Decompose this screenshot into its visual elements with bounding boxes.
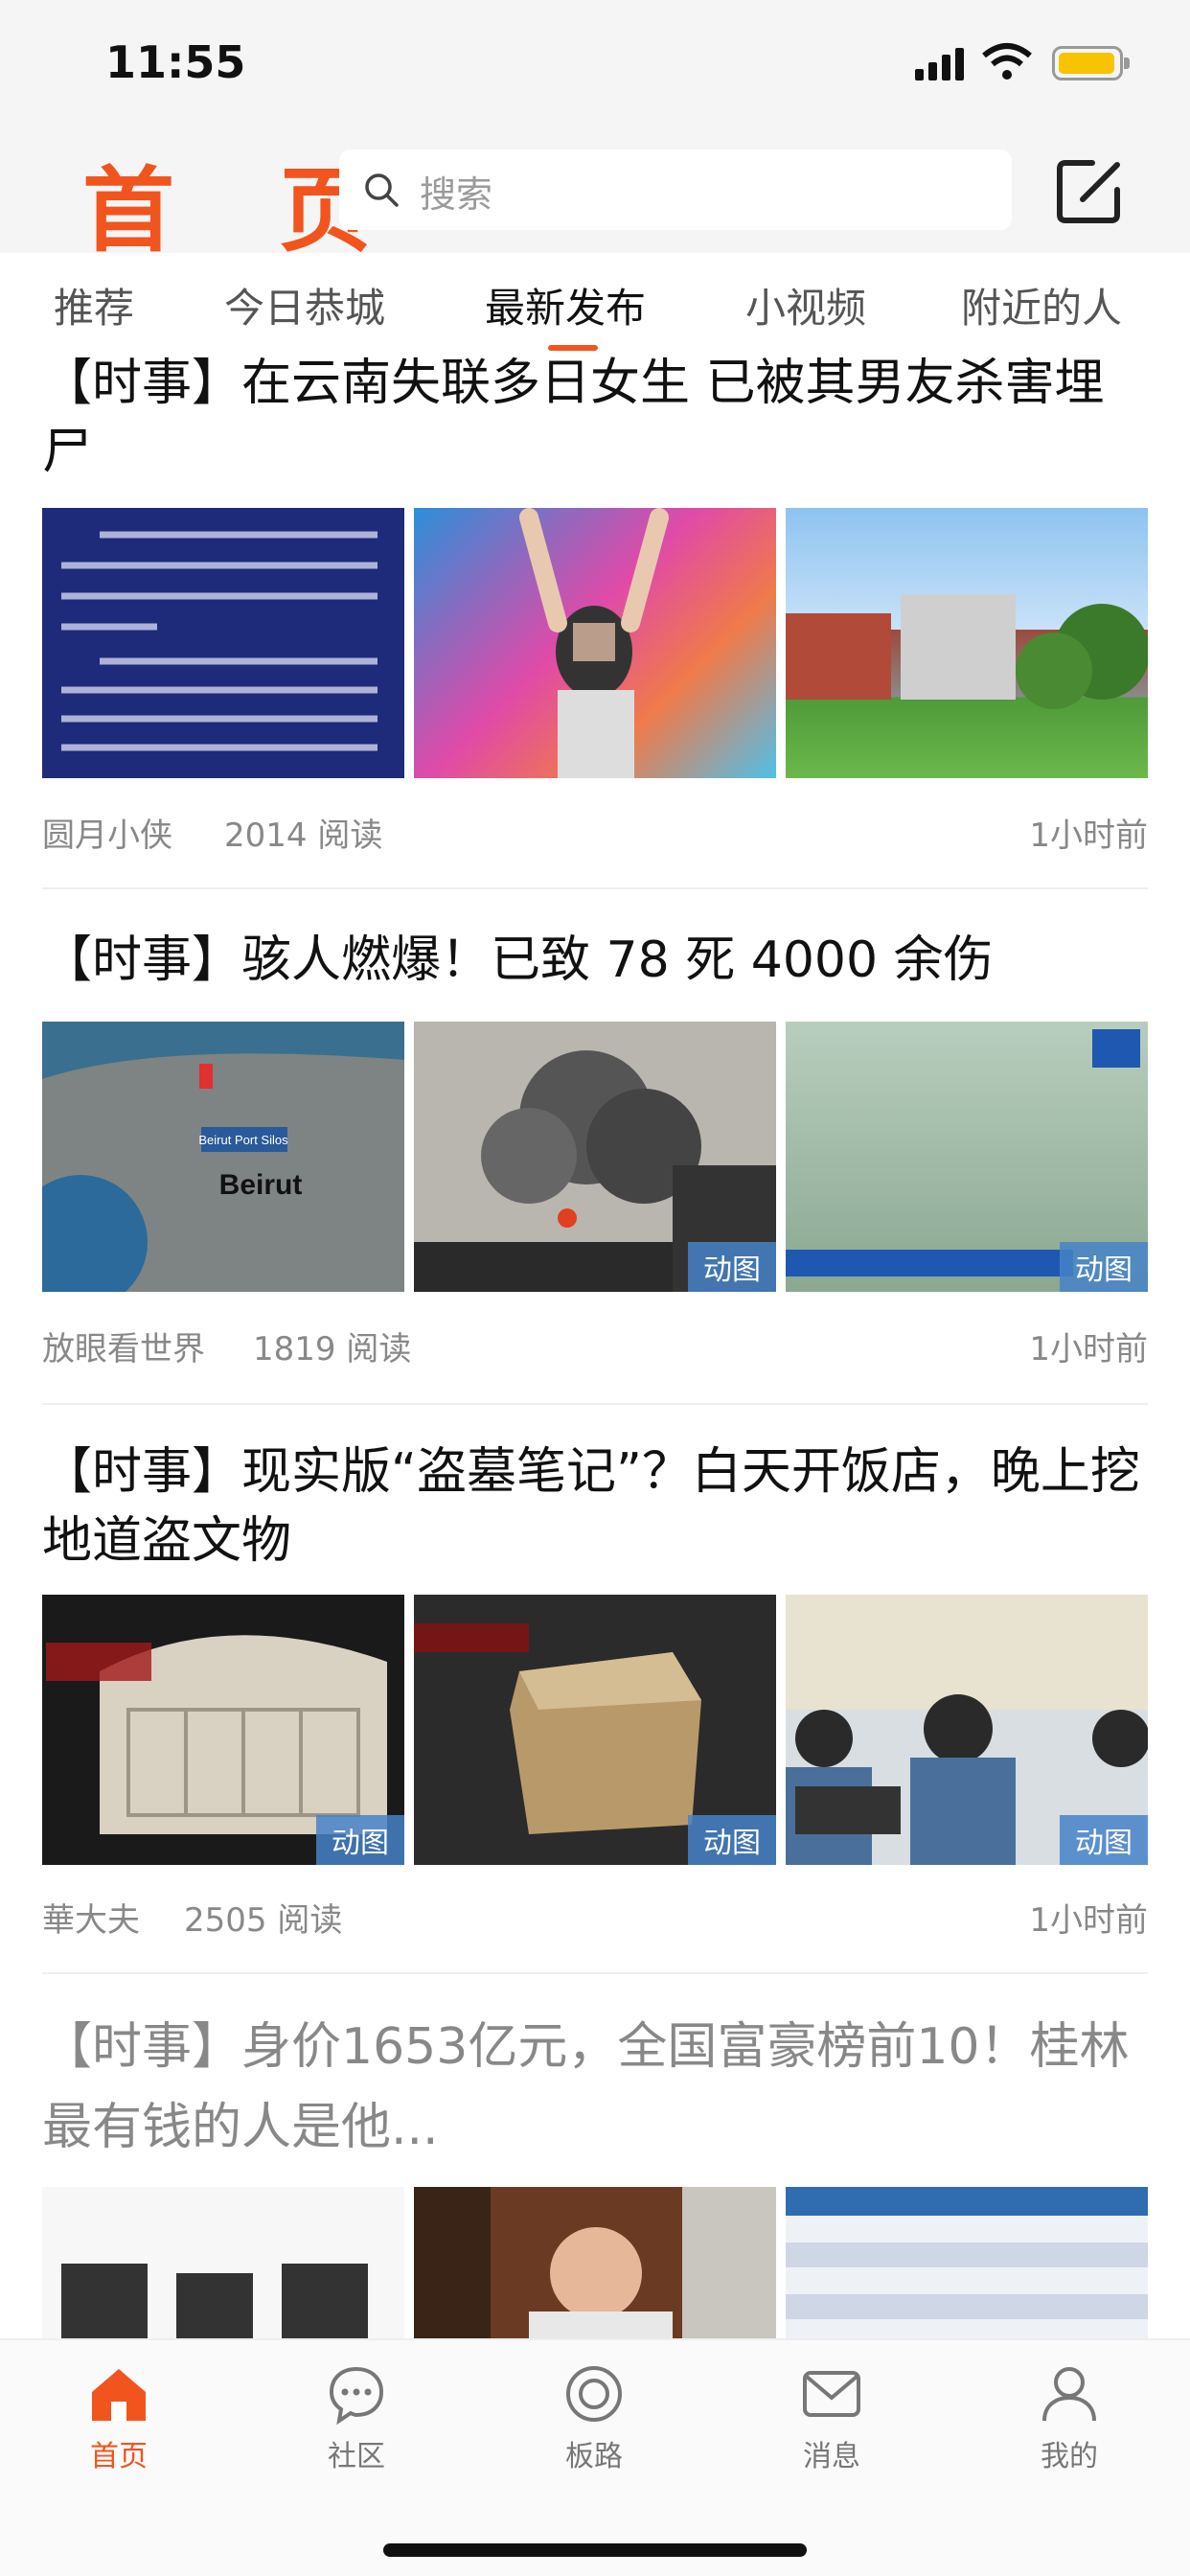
search-bar[interactable]: 搜索: [339, 150, 1012, 230]
article-image: [42, 508, 404, 778]
cellular-signal-icon: [915, 48, 964, 80]
map-city-label: Beirut: [219, 1169, 303, 1201]
tab-gongcheng-today[interactable]: 今日恭城: [224, 276, 385, 334]
article-reads: 1819 阅读: [253, 1330, 412, 1368]
wifi-icon: [982, 43, 1032, 80]
battery-icon: [1052, 46, 1130, 80]
home-indicator: [383, 2543, 807, 2557]
article-image: 动图: [786, 1595, 1148, 1865]
tab-nearby[interactable]: 附近的人: [961, 276, 1122, 334]
circle-icon: [566, 2366, 622, 2422]
compose-icon[interactable]: [1054, 155, 1125, 226]
tab-recommend[interactable]: 推荐: [54, 276, 134, 334]
article-meta: 華大夫 2505 阅读 1小时前: [42, 1894, 1148, 1941]
article-image: [414, 508, 776, 778]
tab-short-video[interactable]: 小视频: [745, 276, 866, 334]
article-images: [42, 508, 1148, 778]
nav-messages[interactable]: 消息: [755, 2363, 908, 2474]
article-image: [786, 508, 1148, 778]
article-time: 1小时前: [1029, 1330, 1148, 1368]
bottom-nav: 首页 社区 板路 消息 我的: [0, 2338, 1190, 2576]
article-image: [42, 2187, 404, 2338]
article-title: 【时事】骇人燃爆！已致 78 死 4000 余伤: [42, 932, 994, 989]
article-image: 动图: [786, 1022, 1148, 1292]
article-reads: 2505 阅读: [184, 1901, 343, 1940]
tab-latest[interactable]: 最新发布: [485, 276, 646, 334]
divider: [42, 1403, 1148, 1405]
article-author: 華大夫: [42, 1901, 140, 1940]
article-time: 1小时前: [1029, 1901, 1148, 1940]
nav-profile[interactable]: 我的: [993, 2363, 1146, 2474]
news-feed: 【时事】在云南失联多日女生 已被其男友杀害埋尸 圆月小侠 2014 阅读 1小时…: [0, 349, 1190, 2338]
article-image: [786, 2187, 1148, 2338]
status-time: 11:55: [105, 36, 246, 88]
status-bar: 11:55: [0, 0, 1190, 130]
search-icon: [365, 173, 399, 207]
nav-banlu[interactable]: 板路: [517, 2363, 671, 2474]
animated-badge: 动图: [688, 1242, 776, 1292]
mail-icon: [803, 2371, 860, 2417]
article-image: 动图: [42, 1595, 404, 1865]
article-images: [42, 2187, 1148, 2338]
user-icon: [1042, 2367, 1096, 2422]
article-meta: 放眼看世界 1819 阅读 1小时前: [42, 1322, 1148, 1369]
chat-icon: [329, 2366, 384, 2425]
map-pin-label: Beirut Port Silos: [198, 1133, 288, 1147]
app-header: 首 页 搜索: [0, 130, 1190, 264]
nav-community[interactable]: 社区: [280, 2363, 433, 2474]
article-title: 【时事】现实版“盗墓笔记”？白天开饭店，晚上挖地道盗文物: [42, 1443, 1140, 1570]
category-tabs: 推荐 今日恭城 最新发布 小视频 附近的人: [0, 253, 1190, 351]
nav-home[interactable]: 首页: [42, 2363, 195, 2474]
animated-badge: 动图: [1060, 1242, 1148, 1292]
article-images: 动图 动图 动图: [42, 1595, 1148, 1865]
article-meta: 圆月小侠 2014 阅读 1小时前: [42, 809, 1148, 856]
animated-badge: 动图: [316, 1815, 404, 1865]
article-image: 动图: [414, 1595, 776, 1865]
article-author: 放眼看世界: [42, 1330, 205, 1368]
home-icon: [92, 2369, 146, 2421]
article-title: 【时事】在云南失联多日女生 已被其男友杀害埋尸: [42, 355, 1105, 481]
divider: [42, 1972, 1148, 1974]
divider: [42, 887, 1148, 889]
animated-badge: 动图: [1060, 1815, 1148, 1865]
article-title: 【时事】身价1653亿元，全国富豪榜前10！桂林最有钱的人是他...: [42, 2018, 1130, 2156]
animated-badge: 动图: [688, 1815, 776, 1865]
article-images: Beirut Port Silos Beirut 动图 动图: [42, 1022, 1148, 1292]
article-image: 动图: [414, 1022, 776, 1292]
article-author: 圆月小侠: [42, 816, 172, 855]
article-image: Beirut Port Silos Beirut: [42, 1022, 404, 1292]
article-time: 1小时前: [1029, 816, 1148, 855]
article-image: [414, 2187, 776, 2338]
search-placeholder: 搜索: [420, 173, 493, 216]
article-reads: 2014 阅读: [224, 816, 383, 855]
